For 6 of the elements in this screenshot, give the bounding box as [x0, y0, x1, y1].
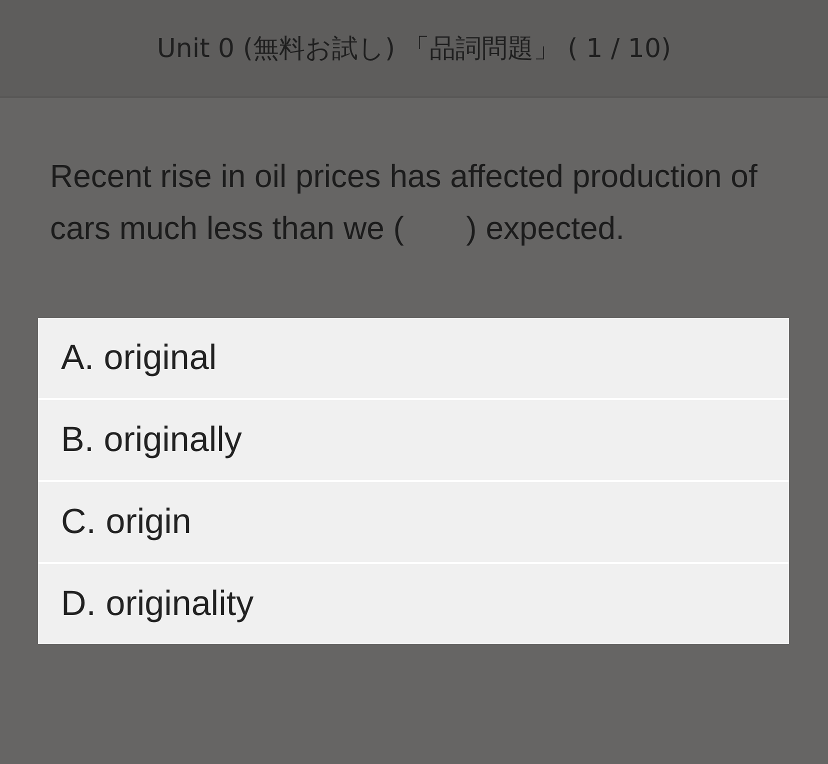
header-title: Unit 0 (無料お試し) 「品詞問題」 ( 1 / 10): [156, 32, 672, 66]
question-text: Recent rise in oil prices has affected production of cars much less than we ( ) expected.: [50, 157, 758, 248]
answer-option[interactable]: B. originally: [38, 400, 789, 480]
answer-option[interactable]: D. originality: [38, 564, 789, 644]
answer-option[interactable]: C. origin: [38, 482, 789, 562]
answer-option[interactable]: A. original: [38, 318, 789, 398]
